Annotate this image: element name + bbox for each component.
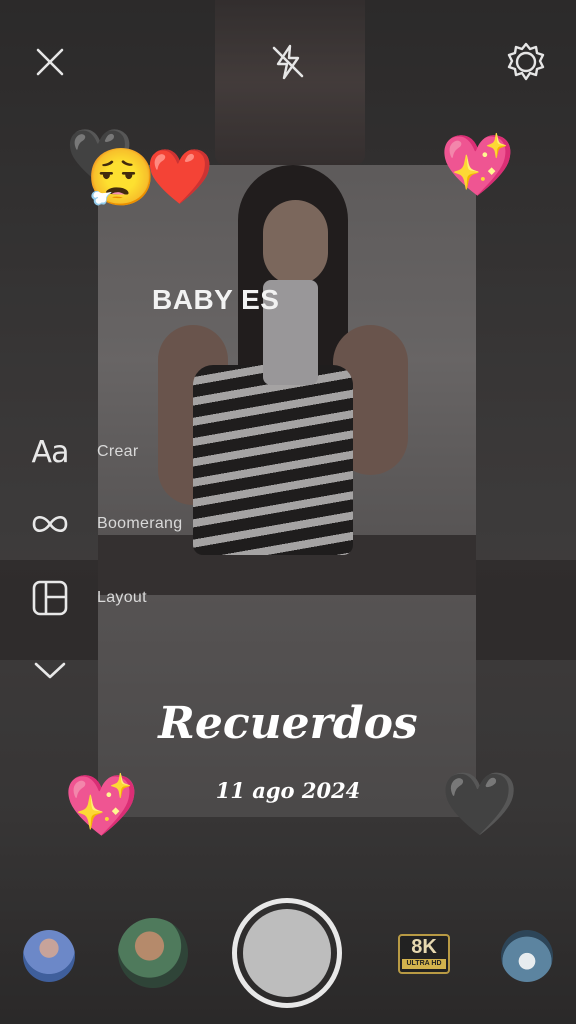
effect-thumbnail[interactable]	[23, 930, 75, 982]
mode-layout-label: Layout	[97, 589, 147, 606]
flash-button[interactable]	[266, 40, 310, 84]
infinity-icon	[28, 502, 72, 546]
mode-boomerang[interactable]: Boomerang	[0, 494, 260, 554]
camera-bottom-bar: 8K ULTRA HD	[0, 890, 576, 1024]
layout-grid-icon	[28, 576, 72, 620]
badge-8k-label: 8K	[411, 936, 437, 958]
gear-icon	[507, 42, 545, 81]
photo-overlay-text[interactable]: BABY ES	[152, 284, 279, 316]
effect-8k-badge[interactable]: 8K ULTRA HD	[398, 934, 450, 974]
memories-title: Recuerdos	[158, 698, 418, 749]
flash-off-icon	[272, 44, 304, 80]
mode-boomerang-label: Boomerang	[97, 515, 183, 532]
mode-more[interactable]	[0, 640, 260, 700]
mode-create-label: Crear	[97, 443, 139, 460]
effect-thumbnail[interactable]	[118, 918, 188, 988]
close-icon	[36, 48, 64, 76]
mode-create[interactable]: Aa Crear	[0, 422, 260, 482]
badge-8k-sublabel: ULTRA HD	[402, 959, 446, 969]
chevron-down-icon	[28, 648, 72, 692]
sticker-sparkling-heart[interactable]: 💖	[440, 136, 515, 196]
shutter-inner	[243, 909, 331, 997]
mode-layout[interactable]: Layout	[0, 568, 260, 628]
shutter-button[interactable]	[232, 898, 342, 1008]
settings-button[interactable]	[502, 38, 550, 86]
text-aa-icon: Aa	[31, 434, 70, 470]
close-button[interactable]	[30, 42, 70, 82]
effect-thumbnail[interactable]	[501, 930, 553, 982]
memories-date: 11 ago 2024	[215, 778, 361, 803]
sticker-red-heart[interactable]: ❤️	[146, 150, 213, 204]
